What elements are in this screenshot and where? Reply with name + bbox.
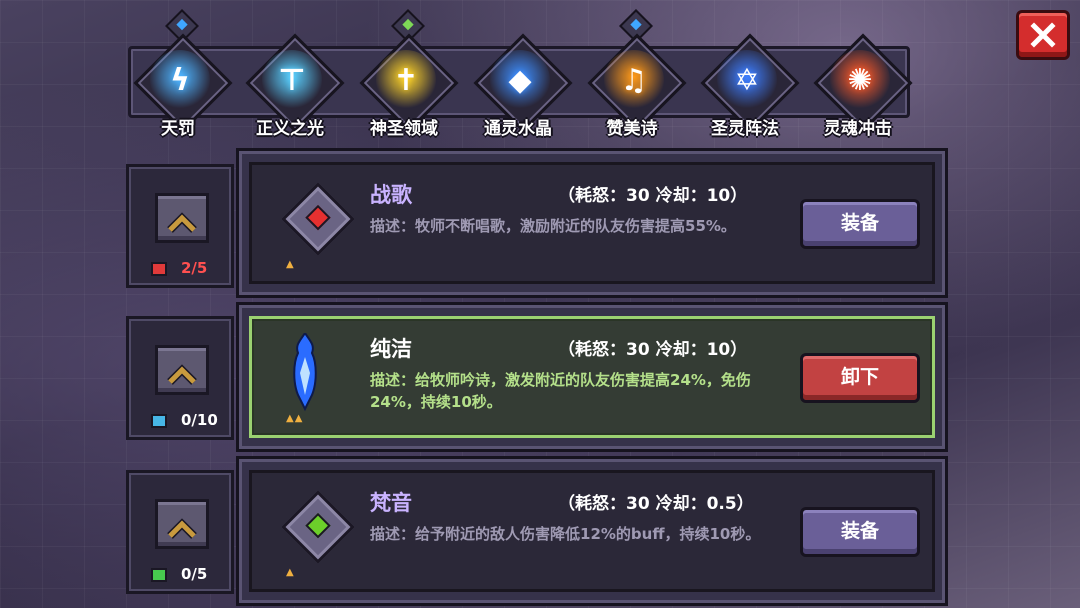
skill-title: 梵音 (370, 491, 412, 515)
fire-icon: ✺ (847, 62, 873, 98)
upgrade-button[interactable] (155, 499, 209, 549)
star-icon: ▲▲ (286, 413, 304, 424)
skill-name: 通灵水晶 (484, 119, 552, 139)
skill-slot[interactable]: ♫ 赞美诗 (584, 9, 687, 139)
swirl-icon: ϟ (170, 62, 190, 98)
level-text: 2/5 (181, 259, 208, 277)
chevron-up-icon (167, 364, 197, 385)
equip-button[interactable]: 装备 (800, 507, 920, 557)
skill-card[interactable]: ▲ 梵音 （耗怒：30 冷却：0.5） 描述：给予附近的敌人伤害降低12%的bu… (236, 456, 948, 606)
chevron-up-icon (167, 212, 197, 233)
gem-icon (281, 182, 355, 256)
unequip-button[interactable]: 卸下 (800, 353, 920, 403)
skill-description: 描述：给予附近的敌人伤害降低12%的buff，持续10秒。 (370, 525, 761, 543)
skill-title: 战歌 (370, 183, 412, 207)
skill-stats: （耗怒：30 冷却：10） (558, 340, 748, 360)
level-panel: 0/5 (126, 470, 234, 594)
upgrade-button[interactable] (155, 345, 209, 395)
skill-book-icon (151, 568, 167, 582)
skill-stats: （耗怒：30 冷却：0.5） (558, 494, 754, 514)
skill-card[interactable]: ▲▲ 纯洁 （耗怒：30 冷却：10） 描述：给牧师吟诗，激发附近的队友伤害提高… (236, 302, 948, 452)
skill-description: 描述：给牧师吟诗，激发附近的队友伤害提高24%，免伤24%，持续10秒。 (370, 371, 751, 411)
skill-card[interactable]: ▲ 战歌 （耗怒：30 冷却：10） 描述：牧师不断唱歌，激励附近的队友伤害提高… (236, 148, 948, 298)
skill-name: 圣灵阵法 (711, 119, 779, 139)
level-panel: 0/10 (126, 316, 234, 440)
skill-title: 纯洁 (370, 337, 412, 361)
close-icon (1030, 22, 1056, 48)
skill-slot[interactable]: ϟ 天罚 (130, 9, 233, 139)
skill-slot[interactable]: ⊤ 正义之光 (242, 26, 345, 139)
upgrade-button[interactable] (155, 193, 209, 243)
card-inner: ▲ 梵音 （耗怒：30 冷却：0.5） 描述：给予附近的敌人伤害降低12%的bu… (249, 470, 935, 592)
crystal-icon: ◆ (508, 62, 532, 98)
blue-crystal-icon (293, 333, 317, 412)
music-note-icon: ♫ (620, 62, 648, 98)
level-text: 0/10 (181, 411, 218, 429)
skill-slot[interactable]: ✺ 灵魂冲击 (810, 26, 913, 139)
skill-name: 赞美诗 (606, 119, 658, 139)
level-indicator: 0/10 (151, 411, 231, 431)
skill-name: 灵魂冲击 (824, 119, 892, 139)
card-inner: ▲ 战歌 （耗怒：30 冷却：10） 描述：牧师不断唱歌，激励附近的队友伤害提高… (249, 162, 935, 284)
skill-name: 神圣领域 (370, 119, 438, 139)
skill-book-icon (151, 414, 167, 428)
level-text: 0/5 (181, 565, 208, 583)
skill-slot[interactable]: ✝ 神圣领域 (356, 9, 459, 139)
level-indicator: 0/5 (151, 565, 231, 585)
chevron-up-icon (167, 518, 197, 539)
skill-slot[interactable]: ◆ 通灵水晶 (470, 26, 573, 139)
skill-name: 天罚 (161, 119, 195, 139)
level-indicator: 2/5 (151, 259, 231, 279)
skill-book-icon (151, 262, 167, 276)
level-panel: 2/5 (126, 164, 234, 288)
cross-icon: ✝ (393, 62, 419, 98)
gem-icon (281, 490, 355, 564)
card-inner: ▲▲ 纯洁 （耗怒：30 冷却：10） 描述：给牧师吟诗，激发附近的队友伤害提高… (249, 316, 935, 438)
hexagram-icon: ✡ (734, 62, 760, 98)
hammer-icon: ⊤ (278, 62, 306, 98)
close-button[interactable] (1016, 10, 1070, 60)
star-icon: ▲ (286, 567, 295, 578)
equip-button[interactable]: 装备 (800, 199, 920, 249)
star-icon: ▲ (286, 259, 295, 270)
skill-description: 描述：牧师不断唱歌，激励附近的队友伤害提高55%。 (370, 217, 736, 235)
skill-stats: （耗怒：30 冷却：10） (558, 186, 748, 206)
skill-slot[interactable]: ✡ 圣灵阵法 (697, 26, 800, 139)
skill-name: 正义之光 (256, 119, 324, 139)
